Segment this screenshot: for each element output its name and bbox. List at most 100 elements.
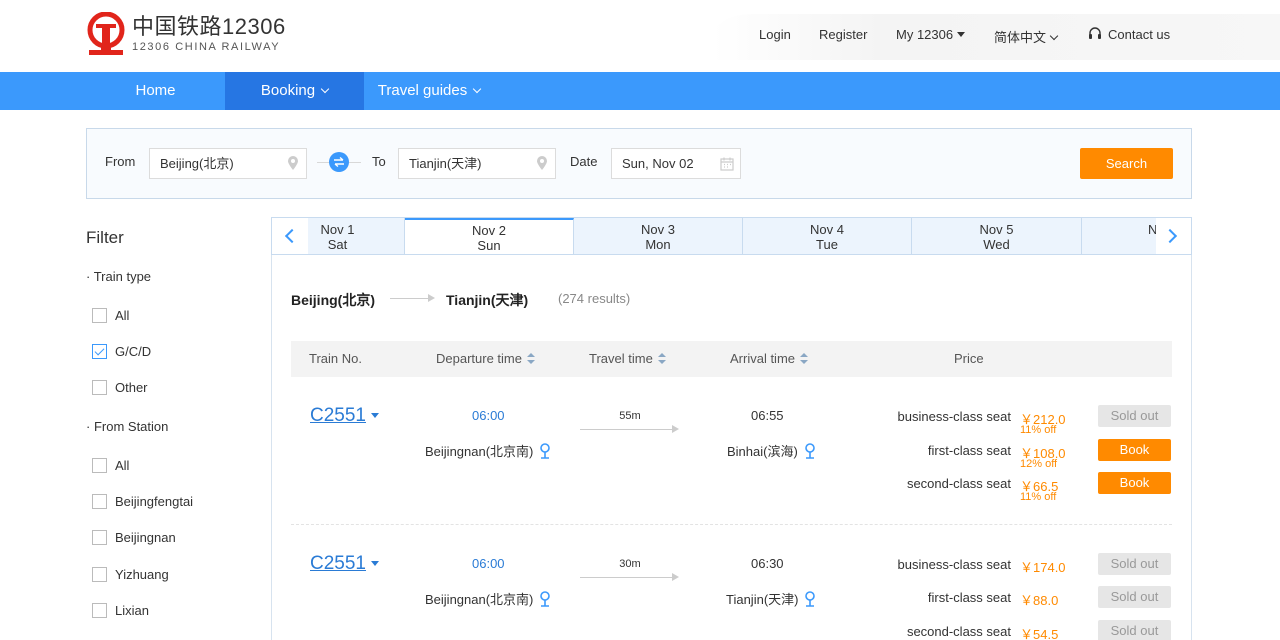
date-tab-active[interactable]: Nov 2 Sun	[405, 218, 574, 254]
date-tab[interactable]: Nov 4 Tue	[743, 218, 912, 254]
travel-duration: 30m	[619, 558, 641, 570]
result-count: (274 results)	[558, 291, 631, 306]
filter-train-type-all[interactable]: All	[92, 308, 129, 324]
sold-out-button: Sold out	[1098, 553, 1171, 575]
filter-station-beijingfengtai[interactable]: Beijingfengtai	[92, 494, 193, 510]
seat-price: ￥54.5	[1020, 627, 1059, 640]
col-travel: Travel time	[589, 351, 653, 366]
filter-label: All	[115, 308, 130, 323]
from-station-heading: · From Station	[86, 419, 169, 434]
book-button[interactable]: Book	[1098, 439, 1171, 461]
swap-stations-button[interactable]	[329, 152, 349, 172]
contact-link[interactable]: Contact us	[1088, 27, 1170, 42]
filter-train-type-gcd[interactable]: G/C/D	[92, 344, 151, 360]
date-label: Date	[570, 154, 598, 169]
filter-station-yizhuang[interactable]: Yizhuang	[92, 567, 169, 583]
checkbox[interactable]	[92, 603, 107, 618]
col-price: Price	[954, 351, 984, 366]
search-panel: From Beijing(北京) To Tianjin(天津) Date Sun…	[86, 128, 1192, 199]
to-input[interactable]: Tianjin(天津)	[398, 148, 556, 179]
date-input[interactable]: Sun, Nov 02	[611, 148, 741, 179]
arrival-time: 06:55	[751, 408, 784, 423]
date-tab-date: Nov 4	[810, 222, 844, 237]
to-value: Tianjin(天津)	[409, 156, 482, 171]
checkbox[interactable]	[92, 458, 107, 473]
nav-booking[interactable]: Booking	[225, 72, 364, 110]
from-input[interactable]: Beijing(北京)	[149, 148, 307, 179]
from-station-label: From Station	[93, 419, 169, 434]
date-tab-day: Tue	[816, 237, 838, 252]
train-number: C2551	[310, 405, 366, 426]
arrival-station[interactable]: Binhai(滨海)	[727, 441, 816, 460]
train-number-link[interactable]: C2551	[310, 405, 379, 427]
date-tab[interactable]: Nov 3 Mon	[574, 218, 743, 254]
checkbox[interactable]	[92, 567, 107, 582]
language-menu[interactable]: 简体中文	[994, 27, 1059, 46]
arrival-station[interactable]: Tianjin(天津)	[726, 589, 816, 608]
checkbox[interactable]	[92, 308, 107, 323]
arrow-right-icon	[428, 294, 435, 302]
filter-station-beijingnan[interactable]: Beijingnan	[92, 530, 176, 546]
route-arrow-line	[390, 298, 428, 299]
prev-date-button[interactable]	[272, 218, 308, 254]
date-tab-day: Sun	[477, 238, 501, 253]
date-tab-day: Mon	[645, 237, 671, 252]
main-nav: Home Booking Travel guides	[0, 72, 1280, 110]
my-12306-menu[interactable]: My 12306	[896, 27, 966, 42]
col-arrival: Arrival time	[730, 351, 796, 366]
seat-type: business-class seat	[897, 409, 1011, 424]
filter-label: Lixian	[115, 603, 149, 618]
sold-out-button: Sold out	[1098, 405, 1171, 427]
nav-travel-guides[interactable]: Travel guides	[364, 72, 494, 110]
train-number-link[interactable]: C2551	[310, 553, 379, 575]
date-tab[interactable]: Nov 5 Wed	[912, 218, 1082, 254]
sort-icon	[657, 353, 666, 365]
chevron-down-icon	[473, 84, 482, 94]
col-arrival-sort[interactable]: Arrival time	[730, 351, 809, 366]
col-travel-sort[interactable]: Travel time	[589, 351, 666, 366]
checkbox[interactable]	[92, 530, 107, 545]
nav-home[interactable]: Home	[86, 72, 225, 110]
filter-station-lixian[interactable]: Lixian	[92, 603, 149, 619]
date-tab-date: Nov 3	[641, 222, 675, 237]
filter-title: Filter	[86, 228, 124, 247]
caret-down-icon	[957, 32, 966, 37]
sort-icon	[526, 353, 535, 365]
filter-train-type-other[interactable]: Other	[92, 380, 148, 396]
sort-icon	[800, 353, 809, 365]
seat-discount: 12% off	[1020, 458, 1058, 470]
filter-station-all[interactable]: All	[92, 458, 129, 474]
book-button[interactable]: Book	[1098, 472, 1171, 494]
seat-discount: 11% off	[1020, 424, 1057, 436]
date-tabs: Nov 1 Sat Nov 2 Sun Nov 3 Mon Nov 4 Tue Nov …	[271, 217, 1192, 255]
register-link[interactable]: Register	[819, 27, 867, 42]
calendar-icon	[720, 157, 734, 171]
location-pin-icon	[288, 156, 298, 170]
arrow-right-icon	[672, 425, 679, 433]
seat-price: ￥88.0	[1020, 593, 1059, 608]
next-date-button[interactable]	[1156, 218, 1191, 254]
seat-type: first-class seat	[927, 590, 1011, 605]
search-button[interactable]: Search	[1080, 148, 1173, 179]
col-departure-sort[interactable]: Departure time	[436, 351, 535, 366]
from-value: Beijing(北京)	[160, 156, 234, 171]
chevron-down-icon	[1049, 31, 1059, 41]
caret-down-icon	[371, 561, 379, 566]
departure-station[interactable]: Beijingnan(北京南)	[425, 589, 551, 608]
duration-line	[580, 577, 672, 578]
from-label: From	[105, 154, 136, 169]
checkbox[interactable]	[92, 380, 107, 395]
location-pin-icon	[540, 443, 551, 459]
seat-type: first-class seat	[927, 443, 1011, 458]
filter-label: Beijingfengtai	[115, 494, 194, 509]
filter-label: G/C/D	[115, 344, 152, 359]
station-name: Beijingnan(北京南)	[425, 444, 534, 459]
results-table-header: Train No. Departure time Travel time Arr…	[291, 341, 1172, 377]
departure-time: 06:00	[472, 408, 505, 423]
checkbox-checked[interactable]	[92, 344, 107, 359]
login-link[interactable]: Login	[759, 27, 791, 42]
departure-station[interactable]: Beijingnan(北京南)	[425, 441, 551, 460]
checkbox[interactable]	[92, 494, 107, 509]
top-nav: Login Register My 12306 简体中文 Contact us	[0, 27, 1280, 45]
arrival-time: 06:30	[751, 556, 784, 571]
